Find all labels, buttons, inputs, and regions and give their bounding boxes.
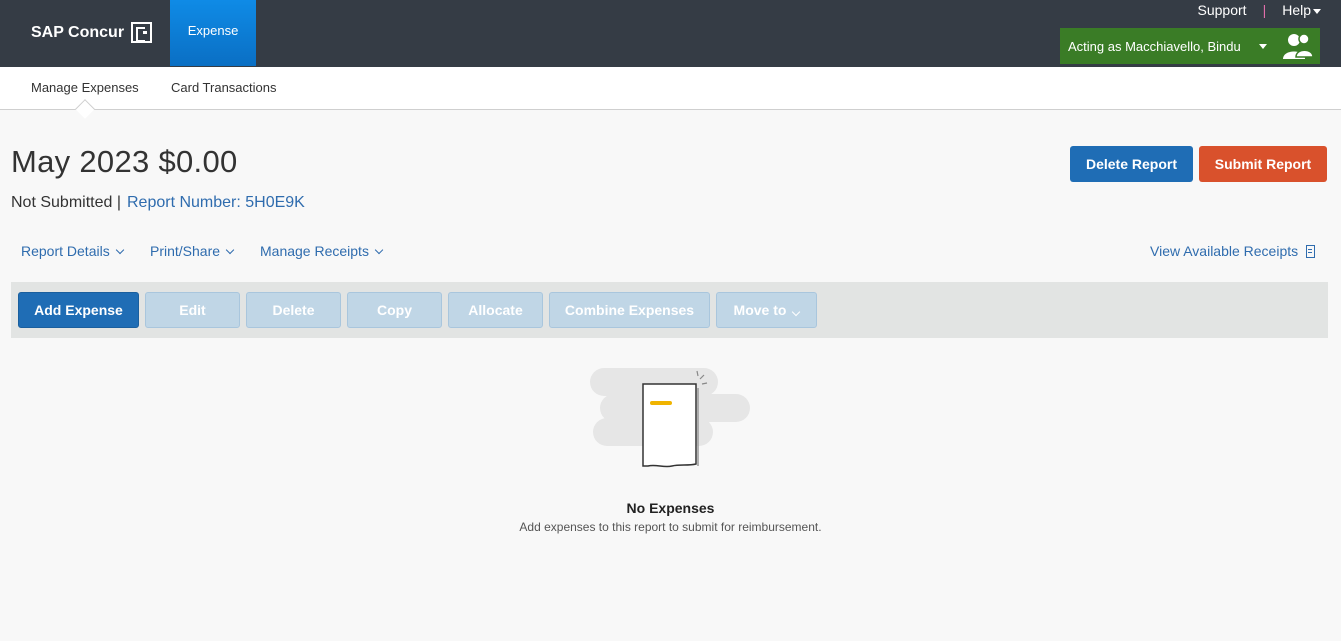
brand-name: SAP Concur [31, 23, 125, 41]
print-share-menu[interactable]: Print/Share [150, 243, 235, 259]
submit-report-button[interactable]: Submit Report [1199, 146, 1327, 182]
top-header: SAP Concur Expense Support | Help Acting… [0, 0, 1341, 67]
subnav-manage-expenses[interactable]: Manage Expenses [31, 80, 139, 95]
acting-as-label: Acting as Macchiavello, Bindu [1068, 38, 1241, 54]
edit-button[interactable]: Edit [145, 292, 240, 328]
tab-expense[interactable]: Expense [170, 0, 256, 66]
report-details-label: Report Details [21, 243, 110, 259]
allocate-button[interactable]: Allocate [448, 292, 543, 328]
report-status: Not Submitted | [11, 194, 121, 211]
sap-concur-logo[interactable]: SAP Concur [31, 22, 153, 43]
delete-button[interactable]: Delete [246, 292, 341, 328]
delete-report-button[interactable]: Delete Report [1070, 146, 1193, 182]
help-menu[interactable]: Help [1282, 2, 1321, 18]
report-number-link[interactable]: Report Number: 5H0E9K [127, 194, 305, 211]
empty-state-subtitle: Add expenses to this report to submit fo… [519, 520, 822, 534]
print-share-label: Print/Share [150, 243, 221, 259]
move-to-label: Move to [733, 302, 787, 318]
move-to-button[interactable]: Move to [716, 292, 817, 328]
utility-links: Support | Help [1198, 2, 1321, 18]
empty-receipt-illustration [590, 368, 750, 468]
subnav-card-transactions[interactable]: Card Transactions [171, 80, 277, 95]
receipt-icon [1306, 244, 1316, 258]
expense-toolbar: Add Expense Edit Delete Copy Allocate Co… [11, 282, 1328, 338]
delegate-users-icon [1283, 33, 1314, 59]
copy-button[interactable]: Copy [347, 292, 442, 328]
chevron-down-icon [115, 245, 124, 254]
caret-down-icon [1258, 43, 1267, 49]
support-link[interactable]: Support [1198, 2, 1247, 18]
report-details-menu[interactable]: Report Details [21, 243, 124, 259]
manage-receipts-menu[interactable]: Manage Receipts [260, 243, 384, 259]
add-expense-button[interactable]: Add Expense [18, 292, 139, 328]
chevron-down-icon [374, 245, 384, 254]
combine-expenses-button[interactable]: Combine Expenses [549, 292, 710, 328]
active-tab-pointer [75, 99, 95, 119]
help-label: Help [1282, 2, 1311, 18]
chevron-down-icon [792, 307, 801, 317]
concur-c-icon [131, 22, 153, 43]
view-receipts-label: View Available Receipts [1150, 243, 1299, 259]
caret-down-icon [1313, 8, 1321, 14]
report-title: May 2023 $0.00 [11, 144, 238, 179]
acting-as-dropdown[interactable]: Acting as Macchiavello, Bindu [1060, 28, 1320, 64]
chevron-down-icon [225, 245, 235, 254]
sub-navigation: Manage Expenses Card Transactions [0, 67, 1341, 119]
link-separator: | [1262, 2, 1267, 18]
view-available-receipts-link[interactable]: View Available Receipts [1150, 243, 1316, 259]
manage-receipts-label: Manage Receipts [260, 243, 369, 259]
empty-state-title: No Expenses [626, 500, 715, 516]
report-status-line: Not Submitted | Report Number: 5H0E9K [11, 194, 305, 212]
